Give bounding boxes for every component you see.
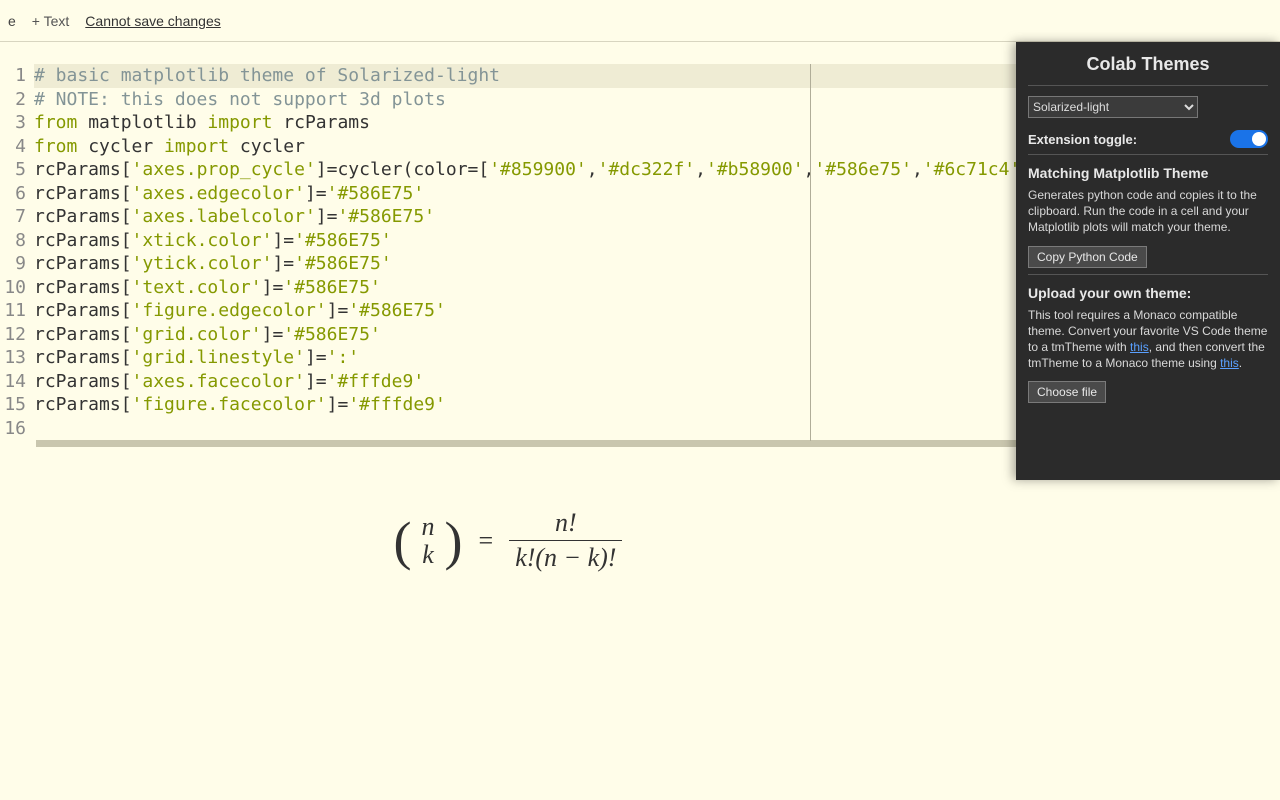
colab-themes-panel: Colab Themes Solarized-light Extension t… <box>1016 42 1280 480</box>
toggle-label: Extension toggle: <box>1028 132 1137 147</box>
cursor-guide <box>810 64 811 441</box>
line-number: 5 <box>0 158 34 182</box>
math-output: ( n k ) = n! k!(n − k)! <box>0 508 1016 573</box>
line-number: 1 <box>0 64 34 88</box>
line-number: 15 <box>0 393 34 417</box>
line-number: 16 <box>0 417 34 441</box>
choose-file-button[interactable]: Choose file <box>1028 381 1106 403</box>
line-number: 13 <box>0 346 34 370</box>
binom-bot: k <box>422 541 435 568</box>
line-number: 4 <box>0 135 34 159</box>
upload-theme-heading: Upload your own theme: <box>1028 285 1268 301</box>
line-number: 11 <box>0 299 34 323</box>
line-number: 3 <box>0 111 34 135</box>
add-text-button[interactable]: + Text <box>32 13 70 29</box>
line-number: 9 <box>0 252 34 276</box>
toolbar-partial-item[interactable]: e <box>8 13 16 29</box>
convert-link-2[interactable]: this <box>1220 356 1239 370</box>
extension-toggle[interactable] <box>1230 130 1268 148</box>
line-number: 10 <box>0 276 34 300</box>
convert-link-1[interactable]: this <box>1130 340 1149 354</box>
notebook-main: 1# basic matplotlib theme of Solarized-l… <box>0 42 1280 800</box>
equals-sign: = <box>473 526 500 556</box>
panel-title: Colab Themes <box>1028 54 1268 75</box>
cannot-save-link[interactable]: Cannot save changes <box>85 13 220 29</box>
line-number: 7 <box>0 205 34 229</box>
theme-select[interactable]: Solarized-light <box>1028 96 1198 118</box>
frac-top: n! <box>549 508 583 540</box>
line-number: 12 <box>0 323 34 347</box>
line-number: 14 <box>0 370 34 394</box>
line-number: 6 <box>0 182 34 206</box>
top-toolbar: e + Text Cannot save changes <box>0 0 1280 42</box>
matplotlib-theme-desc: Generates python code and copies it to t… <box>1028 187 1268 236</box>
line-number: 8 <box>0 229 34 253</box>
line-number: 2 <box>0 88 34 112</box>
copy-python-code-button[interactable]: Copy Python Code <box>1028 246 1147 268</box>
binom-top: n <box>422 513 435 540</box>
frac-bot: k!(n − k)! <box>509 540 622 573</box>
upload-theme-desc: This tool requires a Monaco compatible t… <box>1028 307 1268 372</box>
matplotlib-theme-heading: Matching Matplotlib Theme <box>1028 165 1268 181</box>
